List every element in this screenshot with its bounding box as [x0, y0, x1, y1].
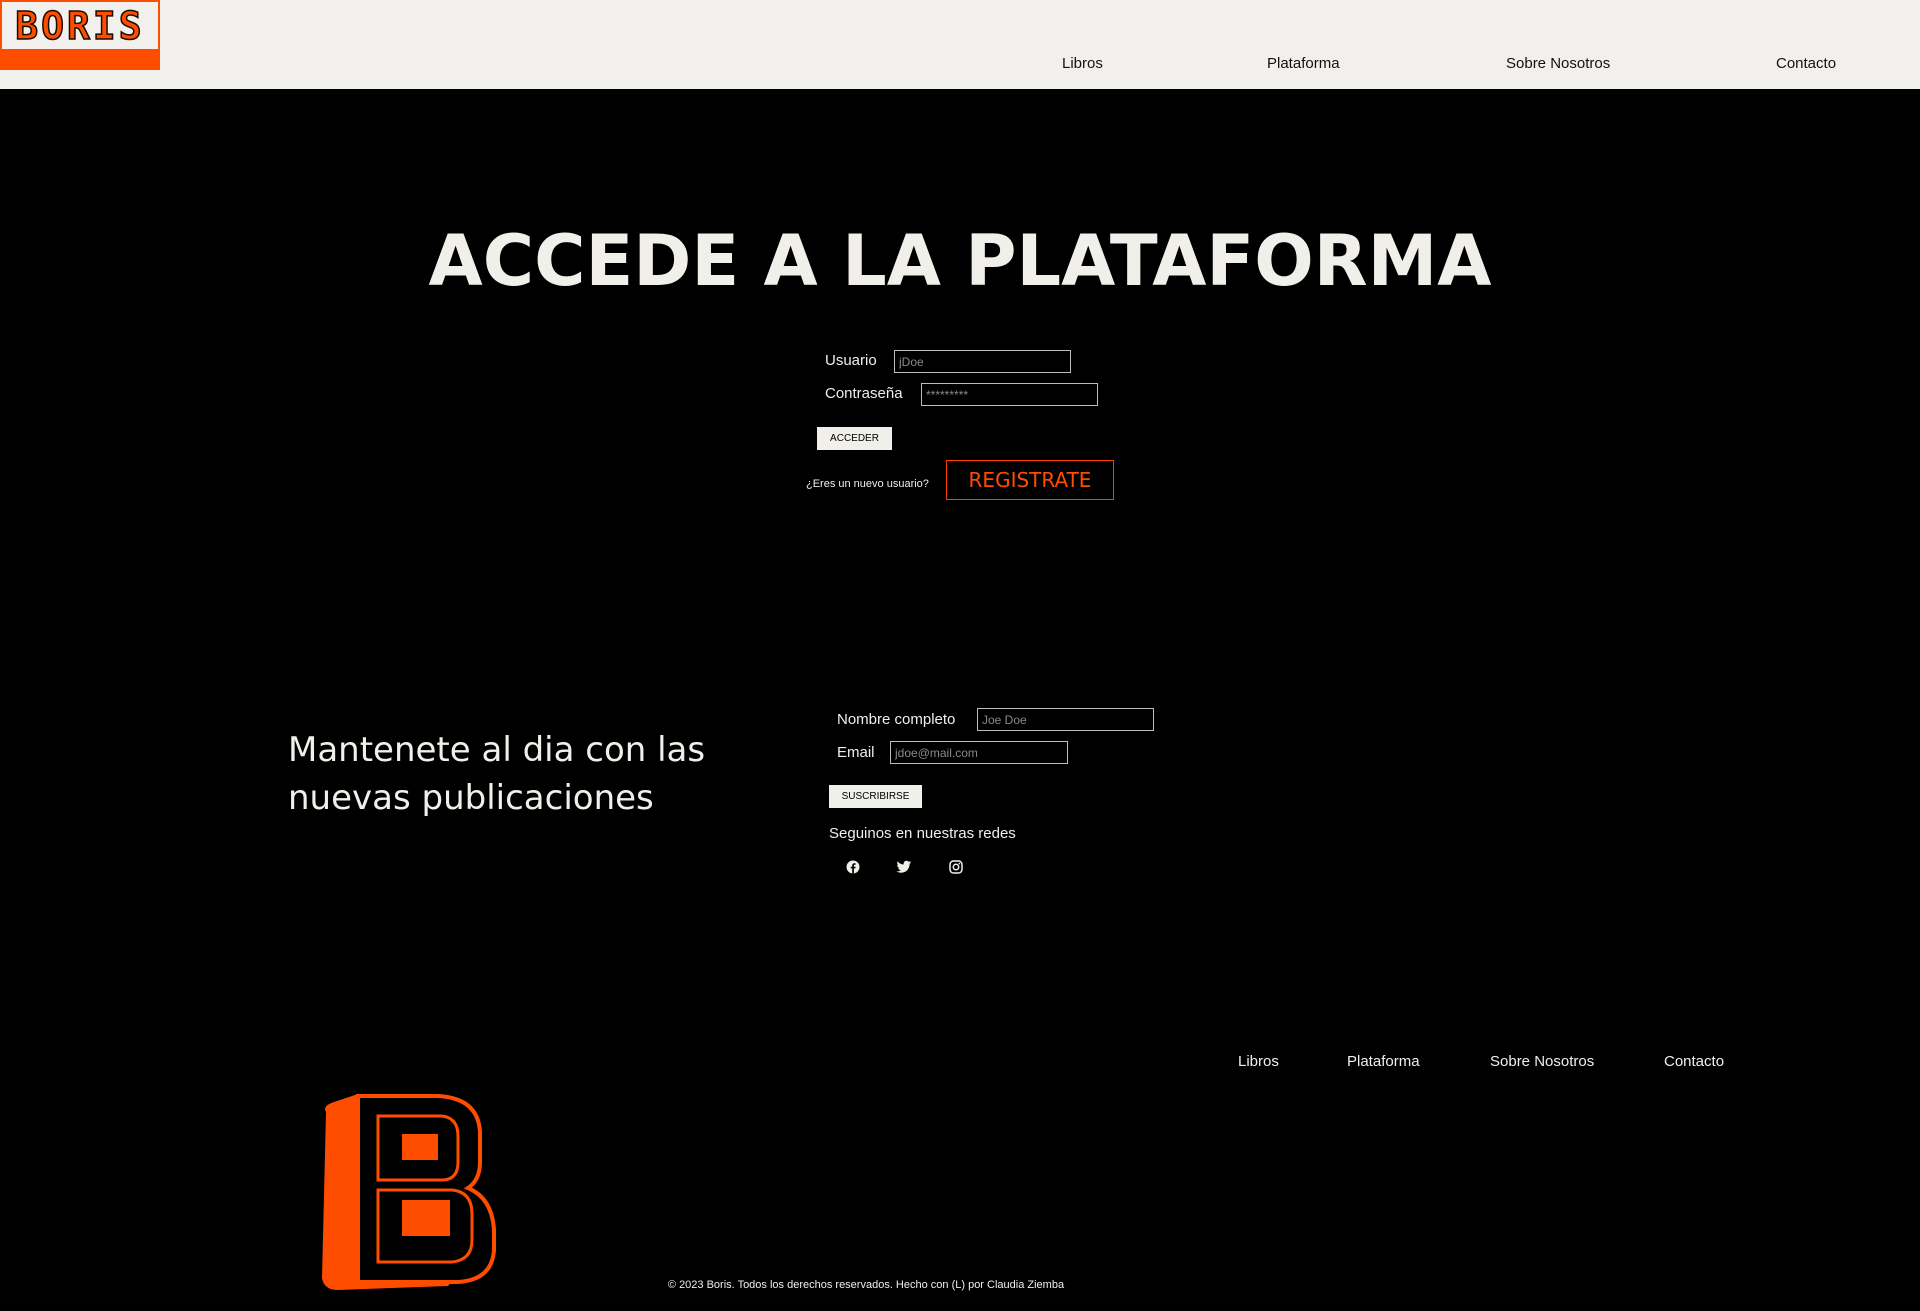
email-label: Email — [837, 744, 875, 761]
username-input[interactable] — [894, 350, 1071, 373]
logo[interactable]: BORIS — [0, 0, 160, 70]
subscribe-button[interactable]: SUSCRIBIRSE — [829, 785, 922, 808]
instagram-icon[interactable] — [948, 859, 964, 875]
password-label: Contraseña — [825, 385, 903, 402]
facebook-icon[interactable] — [845, 859, 861, 875]
email-input[interactable] — [890, 741, 1068, 764]
register-button[interactable]: REGISTRATE — [946, 460, 1114, 500]
footer-nav-plataforma[interactable]: Plataforma — [1347, 1053, 1420, 1070]
footer-nav-libros[interactable]: Libros — [1238, 1053, 1279, 1070]
nav-plataforma[interactable]: Plataforma — [1267, 55, 1340, 72]
footer-nav-contacto[interactable]: Contacto — [1664, 1053, 1724, 1070]
nav-contacto[interactable]: Contacto — [1776, 55, 1836, 72]
site-header: BORIS Libros Plataforma Sobre Nosotros C… — [0, 0, 1920, 89]
nav-libros[interactable]: Libros — [1062, 55, 1103, 72]
copyright: © 2023 Boris. Todos los derechos reserva… — [667, 1279, 1065, 1291]
password-input[interactable] — [921, 383, 1098, 406]
user-label: Usuario — [825, 352, 877, 369]
fullname-input[interactable] — [977, 708, 1154, 731]
twitter-icon[interactable] — [896, 859, 912, 875]
nav-sobre-nosotros[interactable]: Sobre Nosotros — [1506, 55, 1610, 72]
footer-nav-sobre-nosotros[interactable]: Sobre Nosotros — [1490, 1053, 1594, 1070]
newsletter-title: Mantenete al dia con las nuevas publicac… — [288, 730, 706, 818]
logo-text: BORIS — [15, 3, 145, 49]
page-title: ACCEDE A LA PLATAFORMA — [428, 220, 1492, 302]
logo-inner: BORIS — [2, 2, 158, 49]
follow-text: Seguinos en nuestras redes — [829, 825, 1016, 842]
footer-logo-b — [318, 1092, 498, 1292]
new-user-text: ¿Eres un nuevo usuario? — [806, 478, 929, 490]
fullname-label: Nombre completo — [837, 711, 956, 728]
acceder-button[interactable]: ACCEDER — [817, 427, 892, 450]
